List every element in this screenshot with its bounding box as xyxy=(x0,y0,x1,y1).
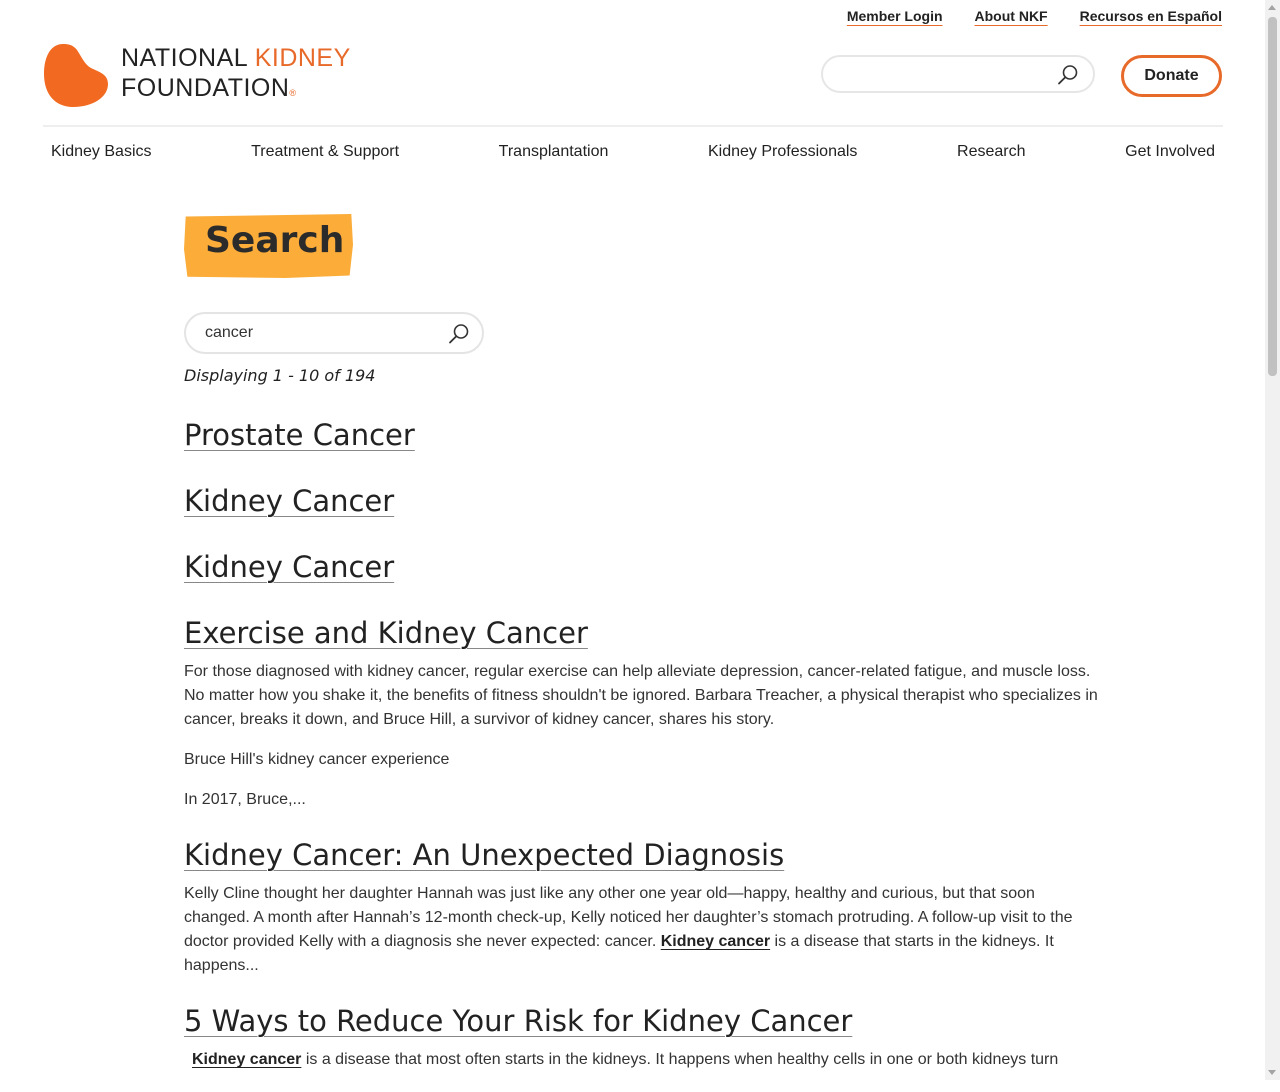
kidney-cancer-link[interactable]: Kidney cancer xyxy=(661,933,770,950)
search-result: Prostate Cancer xyxy=(184,412,1104,458)
result-title-link[interactable]: Prostate Cancer xyxy=(184,418,415,452)
snippet-text: is a disease that most often starts in t… xyxy=(301,1051,1059,1068)
header-search-input[interactable] xyxy=(839,57,1063,93)
result-title-link[interactable]: 5 Ways to Reduce Your Risk for Kidney Ca… xyxy=(184,1004,852,1038)
main-nav: Kidney Basics Treatment & Support Transp… xyxy=(43,143,1223,161)
search-icon[interactable] xyxy=(1057,64,1079,86)
nav-kidney-basics[interactable]: Kidney Basics xyxy=(51,143,152,161)
utility-nav: Member Login About NKF Recursos en Españ… xyxy=(847,8,1222,24)
results-search-box xyxy=(184,312,484,354)
scroll-up-arrow-icon[interactable] xyxy=(1268,5,1276,10)
header-divider xyxy=(43,125,1223,127)
result-snippet: For those diagnosed with kidney cancer, … xyxy=(184,663,1098,728)
search-submit-icon[interactable] xyxy=(448,323,470,345)
logo-national: NATIONAL xyxy=(121,43,248,72)
header-search-box xyxy=(821,55,1095,93)
scrollbar-thumb[interactable] xyxy=(1268,17,1277,376)
result-snippet: Kelly Cline thought her daughter Hannah … xyxy=(184,882,1104,978)
nav-transplantation[interactable]: Transplantation xyxy=(499,143,609,161)
search-result: Kidney Cancer xyxy=(184,544,1104,590)
page-title: Search xyxy=(205,220,345,261)
search-result: 5 Ways to Reduce Your Risk for Kidney Ca… xyxy=(184,998,1104,1072)
scroll-down-arrow-icon[interactable] xyxy=(1268,1070,1276,1075)
about-nkf-link[interactable]: About NKF xyxy=(975,8,1048,24)
result-title-link[interactable]: Kidney Cancer: An Unexpected Diagnosis xyxy=(184,838,784,872)
recursos-espanol-link[interactable]: Recursos en Español xyxy=(1080,8,1222,24)
nav-kidney-professionals[interactable]: Kidney Professionals xyxy=(708,143,857,161)
search-result: Exercise and Kidney Cancer For those dia… xyxy=(184,610,1104,812)
logo-kidney: KIDNEY xyxy=(254,43,351,72)
result-title-link[interactable]: Kidney Cancer xyxy=(184,484,394,518)
nav-treatment-support[interactable]: Treatment & Support xyxy=(251,143,399,161)
page-title-block: Search xyxy=(184,214,353,278)
member-login-link[interactable]: Member Login xyxy=(847,8,943,24)
search-input[interactable] xyxy=(203,314,447,352)
nav-research[interactable]: Research xyxy=(957,143,1025,161)
logo-foundation: FOUNDATION xyxy=(121,73,290,102)
search-results: Prostate Cancer Kidney Cancer Kidney Can… xyxy=(184,412,1104,1092)
donate-button[interactable]: Donate xyxy=(1121,55,1222,97)
nav-get-involved[interactable]: Get Involved xyxy=(1125,143,1215,161)
result-title-link[interactable]: Kidney Cancer xyxy=(184,550,394,584)
logo-wordmark: NATIONAL KIDNEY FOUNDATION® xyxy=(121,43,351,108)
result-snippet: In 2017, Bruce,... xyxy=(184,791,306,808)
result-snippet: Kidney cancer is a disease that most oft… xyxy=(184,1048,1104,1072)
page-scrollbar[interactable] xyxy=(1265,0,1280,1080)
result-count: Displaying 1 - 10 of 194 xyxy=(184,366,376,385)
kidney-logo-icon xyxy=(43,42,109,108)
kidney-cancer-link[interactable]: Kidney cancer xyxy=(192,1051,301,1068)
result-title-link[interactable]: Exercise and Kidney Cancer xyxy=(184,616,588,650)
result-snippet: Bruce Hill's kidney cancer experience xyxy=(184,751,450,768)
search-result: Kidney Cancer xyxy=(184,478,1104,524)
logo-registered: ® xyxy=(289,87,297,98)
site-logo[interactable]: NATIONAL KIDNEY FOUNDATION® xyxy=(43,42,351,108)
search-result: Kidney Cancer: An Unexpected Diagnosis K… xyxy=(184,832,1104,978)
